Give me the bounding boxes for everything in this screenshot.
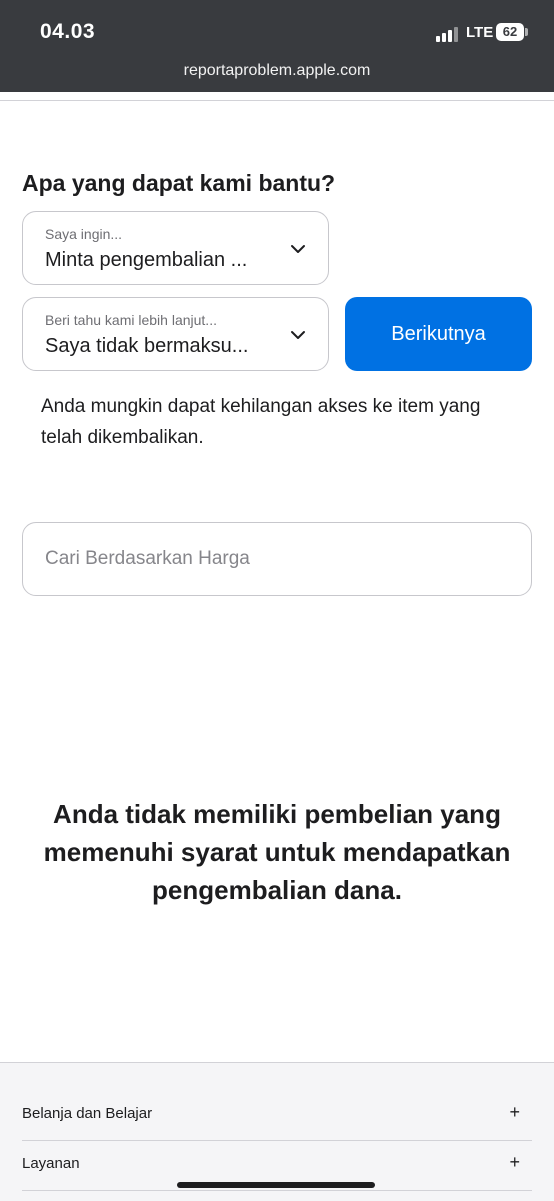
info-text: Anda mungkin dapat kehilangan akses ke i… <box>41 396 481 448</box>
battery-tip <box>525 28 528 36</box>
reason-select[interactable]: Beri tahu kami lebih lanjut... Saya tida… <box>22 297 329 371</box>
search-input[interactable]: Cari Berdasarkan Harga <box>22 522 532 596</box>
footer-item-label: Layanan <box>22 1155 80 1172</box>
plus-icon: + <box>509 1152 520 1172</box>
next-button[interactable]: Berikutnya <box>345 297 532 371</box>
search-placeholder: Cari Berdasarkan Harga <box>45 548 250 569</box>
select-value: Minta pengembalian ... <box>45 249 248 271</box>
footer-item-label: Belanja dan Belajar <box>22 1105 153 1122</box>
empty-state-message: Anda tidak memiliki pembelian yang memen… <box>43 799 511 905</box>
footer-item-shop-and-learn[interactable]: Belanja dan Belajar + <box>22 1090 532 1140</box>
select-label: Saya ingin... <box>45 226 123 242</box>
select-label: Beri tahu kami lebih lanjut... <box>45 312 217 328</box>
signal-icon <box>436 26 460 42</box>
footer-divider <box>22 1190 532 1191</box>
plus-icon: + <box>509 1102 520 1122</box>
status-bar: 04.03 LTE 62 reportaproblem.apple.com <box>0 0 554 92</box>
select-value: Saya tidak bermaksu... <box>45 335 249 357</box>
request-type-select[interactable]: Saya ingin... Minta pengembalian ... <box>22 211 329 285</box>
page-title: Apa yang dapat kami bantu? <box>22 170 336 196</box>
status-time: 04.03 <box>40 20 96 43</box>
battery-icon: 62 <box>496 23 524 41</box>
chevron-down-icon <box>291 245 305 253</box>
network-type: LTE <box>466 24 494 41</box>
address-bar[interactable]: reportaproblem.apple.com <box>0 62 554 80</box>
chevron-down-icon <box>291 331 305 339</box>
home-indicator[interactable] <box>177 1182 375 1188</box>
footer: Belanja dan Belajar + Layanan + <box>0 1062 554 1201</box>
header-divider <box>0 100 554 101</box>
